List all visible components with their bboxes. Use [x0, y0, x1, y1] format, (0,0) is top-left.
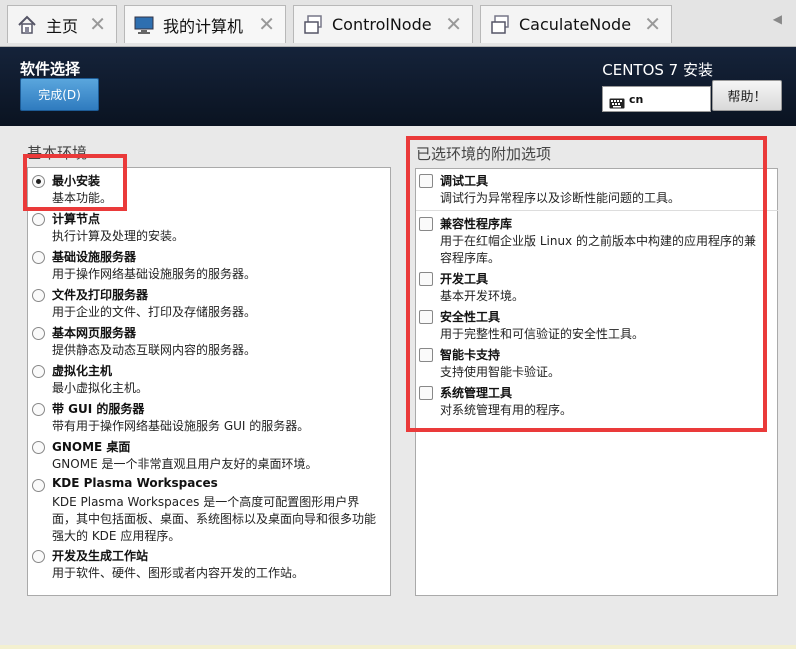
env-item-virtualization-host[interactable]: 虚拟化主机 最小虚拟化主机。 [28, 362, 388, 396]
radio-button[interactable] [32, 289, 45, 302]
radio-button[interactable] [32, 251, 45, 264]
radio-button[interactable] [32, 403, 45, 416]
env-item-desc: 最小虚拟化主机。 [52, 381, 149, 395]
env-item-name: 带 GUI 的服务器 [52, 402, 145, 416]
radio-button[interactable] [32, 327, 45, 340]
tab-label: CaculateNode [519, 15, 632, 34]
env-item-server-with-gui[interactable]: 带 GUI 的服务器 带有用于操作网络基础设施服务 GUI 的服务器。 [28, 400, 388, 434]
page-title: 软件选择 [20, 60, 81, 78]
env-item-name: 文件及打印服务器 [52, 288, 149, 302]
env-item-desc: 用于软件、硬件、图形或者内容开发的工作站。 [52, 566, 305, 580]
bottom-strip [0, 645, 796, 649]
radio-button[interactable] [32, 365, 45, 378]
help-button[interactable]: 帮助！ [712, 80, 782, 111]
keyboard-icon [609, 94, 625, 108]
env-item-desc: 执行计算及处理的安装。 [52, 229, 185, 243]
keyboard-layout-value: cn [629, 92, 644, 106]
env-item-name: 计算节点 [52, 212, 101, 226]
env-item-desc: 提供静态及动态互联网内容的服务器。 [52, 343, 257, 357]
env-item-desc: 用于企业的文件、打印及存储服务器。 [52, 305, 257, 319]
env-item-desc: KDE Plasma Workspaces 是一个高度可配置图形用户界面，其中包… [52, 495, 377, 543]
home-icon [16, 14, 38, 36]
env-item-infrastructure-server[interactable]: 基础设施服务器 用于操作网络基础设施服务的服务器。 [28, 248, 388, 282]
tab-label: 我的计算机 [163, 16, 244, 36]
env-item-name: 基础设施服务器 [52, 250, 137, 264]
close-icon[interactable]: ✕ [644, 14, 661, 34]
installer-header: 软件选择 完成(D) CENTOS 7 安装 cn 帮助！ [0, 47, 796, 126]
close-icon[interactable]: ✕ [445, 14, 462, 34]
done-button[interactable]: 完成(D) [20, 78, 99, 111]
env-item-file-print-server[interactable]: 文件及打印服务器 用于企业的文件、打印及存储服务器。 [28, 286, 388, 320]
radio-button[interactable] [32, 441, 45, 454]
close-icon[interactable]: ✕ [89, 14, 106, 34]
env-item-name: 基本网页服务器 [52, 326, 137, 340]
base-environment-list: 最小安装 基本功能。 计算节点 执行计算及处理的安装。 基础设施服务器 用于操作… [27, 167, 391, 596]
env-item-desc: GNOME 是一个非常直观且用户友好的桌面环境。 [52, 457, 318, 471]
annotation-box-minimal [23, 154, 127, 211]
annotation-box-addons [406, 136, 767, 432]
tab-caculate-node[interactable]: CaculateNode ✕ [480, 5, 672, 43]
env-item-dev-workstation[interactable]: 开发及生成工作站 用于软件、硬件、图形或者内容开发的工作站。 [28, 547, 388, 581]
env-item-name: 开发及生成工作站 [52, 549, 149, 563]
chevron-left-icon[interactable]: ◀ [773, 12, 782, 26]
tab-control-node[interactable]: ControlNode ✕ [293, 5, 473, 43]
env-item-kde-plasma[interactable]: KDE Plasma Workspaces KDE Plasma Workspa… [28, 476, 388, 544]
env-item-desc: 带有用于操作网络基础设施服务 GUI 的服务器。 [52, 419, 310, 433]
tab-home[interactable]: 主页 ✕ [7, 5, 117, 43]
radio-button[interactable] [32, 213, 45, 226]
tab-bar: 主页 ✕ 我的计算机 ✕ ControlNode ✕ CaculateNode … [0, 0, 796, 47]
vm-icon [302, 14, 324, 36]
tab-label: 主页 [46, 16, 79, 36]
computer-icon [133, 14, 155, 36]
env-item-compute-node[interactable]: 计算节点 执行计算及处理的安装。 [28, 210, 388, 244]
tab-label: ControlNode [332, 15, 432, 34]
env-item-name: 虚拟化主机 [52, 364, 113, 378]
env-item-desc: 用于操作网络基础设施服务的服务器。 [52, 267, 257, 281]
env-item-name: GNOME 桌面 [52, 440, 131, 454]
tab-my-computer[interactable]: 我的计算机 ✕ [124, 5, 286, 43]
radio-button[interactable] [32, 479, 45, 492]
install-title: CENTOS 7 安装 [602, 61, 713, 79]
env-item-gnome-desktop[interactable]: GNOME 桌面 GNOME 是一个非常直观且用户友好的桌面环境。 [28, 438, 388, 472]
env-item-web-server[interactable]: 基本网页服务器 提供静态及动态互联网内容的服务器。 [28, 324, 388, 358]
keyboard-layout-field[interactable]: cn [602, 86, 711, 112]
vm-icon [489, 14, 511, 36]
close-icon[interactable]: ✕ [258, 14, 275, 34]
env-item-name: KDE Plasma Workspaces [52, 476, 218, 490]
radio-button[interactable] [32, 550, 45, 563]
